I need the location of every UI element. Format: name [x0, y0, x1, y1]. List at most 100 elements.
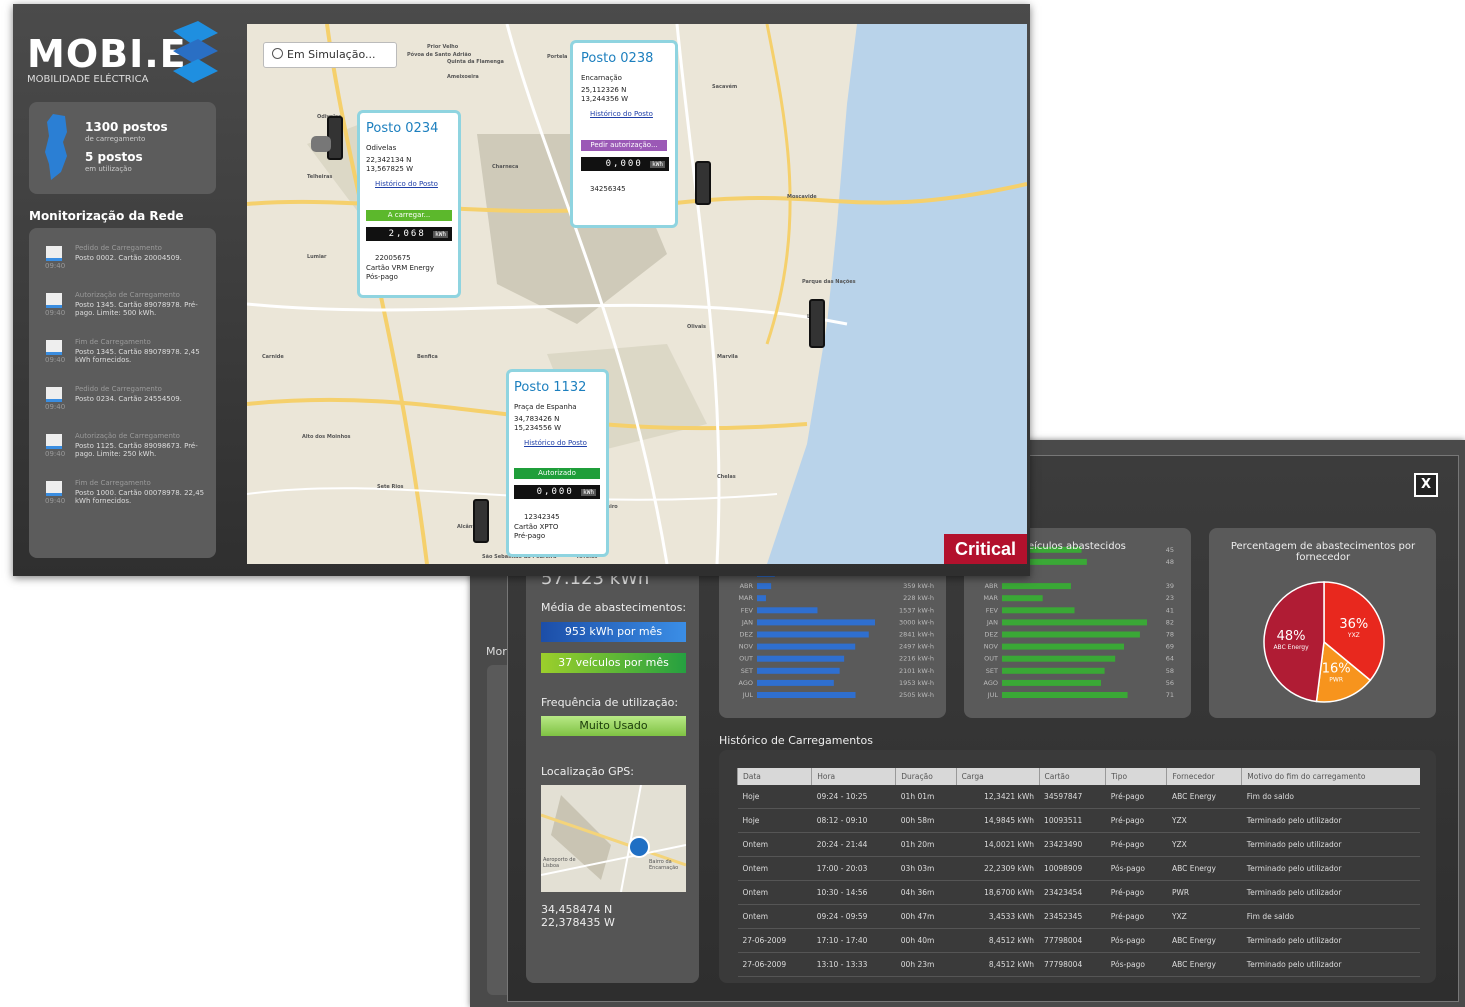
energy-value-label: 2497 kW-h — [899, 643, 934, 651]
table-cell: Pré-pago — [1105, 808, 1167, 833]
table-cell: Pré-pago — [1105, 880, 1167, 905]
vehicles-bar — [1002, 583, 1071, 590]
table-row[interactable]: Hoje 09:24 - 10:25 01h 01m 12,3421 kWh 34597… — [737, 785, 1420, 809]
gps-label: Localização GPS: — [541, 765, 634, 778]
main-window: MOBI.E MOBILIDADE ELÉCTRICA 1300 postos … — [13, 4, 1030, 576]
history-column-header[interactable]: Carga — [955, 768, 1040, 785]
vehicles-month-label: AGO — [984, 679, 999, 687]
history-column-header[interactable]: Fornecedor — [1166, 768, 1242, 785]
charger-icon-1132[interactable] — [473, 499, 489, 543]
event-text: Posto 1345. Cartão 89078978. Pré-pago. L… — [75, 301, 198, 317]
popup-title: Posto 0234 — [366, 121, 439, 136]
popup-plan: Pré-pago — [514, 532, 546, 540]
map-label: Carnide — [262, 354, 284, 360]
station-history-link[interactable]: Histórico do Posto — [375, 180, 438, 188]
popup-lon: 13,567825 W — [366, 165, 414, 173]
table-cell: Terminado pelo utilizador — [1241, 880, 1420, 905]
event-item[interactable]: 09:40 Autorização de Carregamento Posto 13… — [29, 289, 216, 329]
table-cell: ABC Energy — [1166, 856, 1242, 881]
vehicles-value-label: 64 — [1166, 655, 1174, 663]
popup-place: Encarnação — [581, 74, 622, 82]
table-cell: YXZ — [1166, 904, 1242, 929]
history-column-header[interactable]: Motivo do fim do carregamento — [1241, 768, 1420, 785]
gps-lon: 22,378435 W — [541, 916, 615, 929]
request-authorization-button[interactable]: Pedir autorização... — [581, 140, 667, 151]
table-row[interactable]: Ontem 20:24 - 21:44 01h 20m 14,0021 kWh 2342… — [737, 832, 1420, 857]
popup-lon: 13,244356 W — [581, 95, 629, 103]
popup-card-type: Cartão XPTO — [514, 523, 559, 531]
table-cell: 09:24 - 09:59 — [811, 904, 896, 929]
history-column-header[interactable]: Duração — [895, 768, 957, 785]
table-row[interactable]: Ontem 17:00 - 20:03 03h 03m 22,2309 kWh 1009… — [737, 856, 1420, 881]
station-history-link[interactable]: Histórico do Posto — [524, 439, 587, 447]
map-label: Lumiar — [307, 254, 327, 260]
logo-text: MOBI.E — [27, 32, 187, 76]
vehicles-bar — [1002, 631, 1140, 638]
charger-request-icon — [46, 387, 62, 402]
station-history-link[interactable]: Histórico do Posto — [590, 110, 653, 118]
popup-posto-0238: Posto 0238 Encarnação 25,112326 N 13,244… — [570, 40, 678, 228]
event-time: 09:40 — [45, 262, 66, 270]
table-cell: Fim do saldo — [1241, 785, 1420, 809]
event-title: Pedido de Carregamento — [75, 385, 162, 393]
table-cell: Terminado pelo utilizador — [1241, 832, 1420, 857]
table-row[interactable]: 27-06-2009 13:10 - 13:33 00h 23m 8,4512 kWh… — [737, 952, 1420, 977]
table-cell: 00h 40m — [895, 928, 957, 953]
vehicles-bar — [1002, 595, 1043, 602]
media-kwh-badge: 953 kWh por mês — [541, 622, 686, 642]
map-view[interactable]: OdivelasEncarnaçãoLisboaCharnecaSacavémM… — [247, 24, 1027, 564]
event-item[interactable]: 09:40 Autorização de Carregamento Posto 11… — [29, 430, 216, 470]
history-column-header[interactable]: Data — [736, 768, 812, 785]
event-item[interactable]: 09:40 Fim de Carregamento Posto 1000. Cart… — [29, 477, 216, 517]
energy-bar — [757, 619, 875, 626]
map-label: Chelas — [717, 474, 736, 480]
charger-icon-0238[interactable] — [695, 161, 711, 205]
history-column-header[interactable]: Tipo — [1105, 768, 1167, 785]
table-cell: 00h 23m — [895, 952, 957, 977]
network-stats-panel: 1300 postos de carregamento 5 postos em … — [29, 102, 216, 194]
popup-posto-1132: Posto 1132 Praça de Espanha 34,783426 N … — [506, 369, 609, 557]
table-cell: Ontem — [737, 904, 812, 929]
energy-bar — [757, 607, 818, 614]
table-row[interactable]: Ontem 09:24 - 09:59 00h 47m 3,4533 kWh 23452… — [737, 904, 1420, 929]
history-header-row: Data Hora Duração Carga Cartão Tipo Fornecedor… — [736, 768, 1420, 785]
vehicles-bar — [1002, 619, 1147, 626]
popup-title: Posto 0238 — [581, 51, 654, 66]
pie-panel: Percentagem de abastecimentos por fornec… — [1209, 528, 1436, 718]
table-row[interactable]: Hoje 08:12 - 09:10 00h 58m 14,9845 kWh 10093… — [737, 808, 1420, 833]
history-column-header[interactable]: Cartão — [1038, 768, 1106, 785]
table-cell: 27-06-2009 — [737, 928, 812, 953]
charger-icon-lisboa[interactable] — [809, 299, 825, 348]
history-title: Histórico de Carregamentos — [719, 734, 873, 747]
pie-slice-pct: 48% — [1277, 629, 1306, 644]
energy-month-label: ABR — [740, 582, 754, 590]
simulation-status[interactable]: Em Simulação... — [263, 42, 397, 68]
event-item[interactable]: 09:40 Fim de Carregamento Posto 1345. Cart… — [29, 336, 216, 376]
event-item[interactable]: 09:40 Pedido de Carregamento Posto 0002. C… — [29, 242, 216, 282]
map-label: Quinta da Flamenga — [447, 59, 504, 65]
pie-slice-name: ABC Energy — [1273, 644, 1309, 651]
table-row[interactable]: Ontem 10:30 - 14:56 04h 36m 18,6700 kWh 2342… — [737, 880, 1420, 905]
gps-map-label-airport: Aeroporto de Lisboa — [543, 857, 576, 869]
event-item[interactable]: 09:40 Pedido de Carregamento Posto 0234. C… — [29, 383, 216, 423]
history-table: Data Hora Duração Carga Cartão Tipo Fornecedor… — [736, 768, 1420, 977]
detail-partial-label: Mor — [486, 645, 507, 658]
event-time: 09:40 — [45, 356, 66, 364]
meter-value: 0,000 — [536, 487, 574, 497]
event-time: 09:40 — [45, 309, 66, 317]
close-button[interactable]: X — [1414, 473, 1438, 497]
table-row[interactable]: 27-06-2009 17:10 - 17:40 00h 40m 8,4512 kWh… — [737, 928, 1420, 953]
table-cell: 00h 47m — [895, 904, 957, 929]
detail-partial-panel — [487, 665, 507, 995]
table-cell: Pré-pago — [1105, 832, 1167, 857]
gps-mini-map[interactable]: Aeroporto de Lisboa Bairro da Encarnação — [541, 785, 686, 892]
meter-value: 2,068 — [388, 229, 426, 239]
vehicles-value-label: 56 — [1166, 679, 1174, 687]
logo: MOBI.E MOBILIDADE ELÉCTRICA — [27, 32, 187, 85]
energy-value-label: 2101 kW-h — [899, 667, 934, 675]
table-cell: 8,4512 kWh — [956, 928, 1040, 953]
vehicles-value-label: 78 — [1166, 631, 1174, 639]
table-cell: ABC Energy — [1166, 952, 1242, 977]
history-column-header[interactable]: Hora — [811, 768, 896, 785]
pie-slice-name: YXZ — [1347, 632, 1360, 639]
